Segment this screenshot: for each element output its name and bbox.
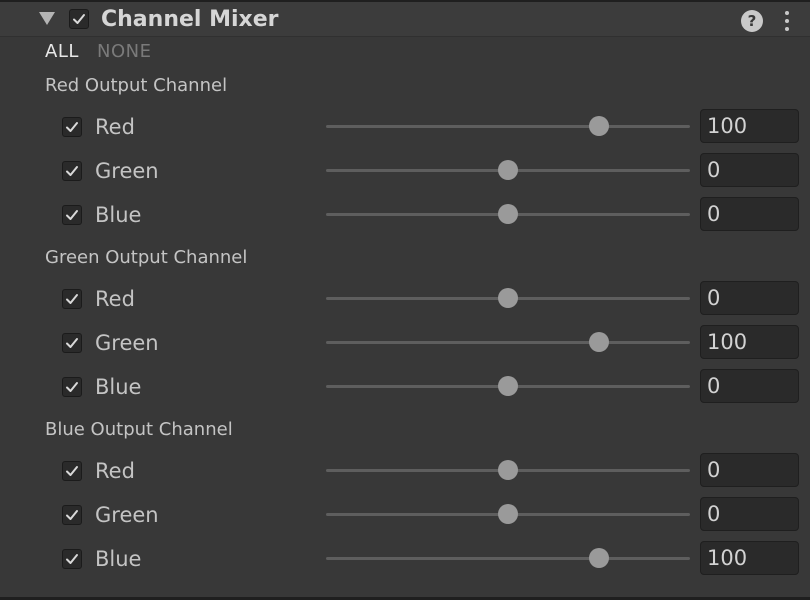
checkmark-icon [66, 338, 78, 348]
component-title: Channel Mixer [101, 7, 279, 32]
row-label-red: Red [95, 115, 135, 139]
row-label-green: Green [95, 503, 159, 527]
checkmark-icon [66, 510, 78, 520]
row-label-green: Green [95, 331, 159, 355]
section-label-green-output: Green Output Channel [45, 247, 248, 268]
component-header[interactable]: Channel Mixer ? [0, 2, 810, 37]
checkbox-blue-out-red[interactable] [62, 461, 82, 481]
foldout-triangle-icon[interactable] [39, 12, 55, 25]
row-label-red: Red [95, 459, 135, 483]
slider-thumb[interactable] [589, 332, 609, 352]
row-label-blue: Blue [95, 203, 142, 227]
slider-thumb[interactable] [498, 204, 518, 224]
checkbox-green-out-blue[interactable] [62, 377, 82, 397]
row-label-red: Red [95, 287, 135, 311]
checkmark-icon [66, 210, 78, 220]
select-all-button[interactable]: ALL [45, 40, 79, 64]
slider-thumb[interactable] [498, 288, 518, 308]
row-label-blue: Blue [95, 375, 142, 399]
checkbox-red-out-red[interactable] [62, 117, 82, 137]
row-label-blue: Blue [95, 547, 142, 571]
checkbox-red-out-blue[interactable] [62, 205, 82, 225]
help-icon[interactable]: ? [741, 10, 763, 32]
checkmark-icon [66, 382, 78, 392]
checkmark-icon [66, 122, 78, 132]
value-field-red-out-blue[interactable] [700, 197, 799, 231]
slider-track[interactable] [326, 557, 690, 560]
more-menu-icon[interactable] [780, 10, 794, 32]
checkmark-icon [66, 294, 78, 304]
value-field-blue-out-blue[interactable] [700, 541, 799, 575]
value-field-green-out-red[interactable] [700, 281, 799, 315]
row-label-green: Green [95, 159, 159, 183]
checkbox-red-out-green[interactable] [62, 161, 82, 181]
menu-dot [785, 19, 789, 23]
slider-thumb[interactable] [498, 460, 518, 480]
value-field-green-out-blue[interactable] [700, 369, 799, 403]
value-field-blue-out-green[interactable] [700, 497, 799, 531]
value-field-red-out-green[interactable] [700, 153, 799, 187]
checkmark-icon [66, 554, 78, 564]
menu-dot [785, 27, 789, 31]
enable-checkbox[interactable] [69, 9, 89, 29]
checkbox-blue-out-green[interactable] [62, 505, 82, 525]
slider-thumb[interactable] [589, 548, 609, 568]
value-field-green-out-green[interactable] [700, 325, 799, 359]
section-label-blue-output: Blue Output Channel [45, 419, 233, 440]
section-label-red-output: Red Output Channel [45, 75, 228, 96]
slider-track[interactable] [326, 125, 690, 128]
checkbox-blue-out-blue[interactable] [62, 549, 82, 569]
slider-thumb[interactable] [498, 504, 518, 524]
select-none-button[interactable]: NONE [97, 40, 151, 64]
checkmark-icon [66, 166, 78, 176]
value-field-red-out-red[interactable] [700, 109, 799, 143]
slider-track[interactable] [326, 341, 690, 344]
checkbox-green-out-red[interactable] [62, 289, 82, 309]
value-field-blue-out-red[interactable] [700, 453, 799, 487]
slider-thumb[interactable] [589, 116, 609, 136]
slider-thumb[interactable] [498, 160, 518, 180]
checkmark-icon [66, 466, 78, 476]
channel-mixer-panel: Channel Mixer ? ALL NONE Red Output Chan… [0, 0, 810, 600]
checkbox-green-out-green[interactable] [62, 333, 82, 353]
slider-thumb[interactable] [498, 376, 518, 396]
checkmark-icon [73, 14, 85, 24]
menu-dot [785, 11, 789, 15]
